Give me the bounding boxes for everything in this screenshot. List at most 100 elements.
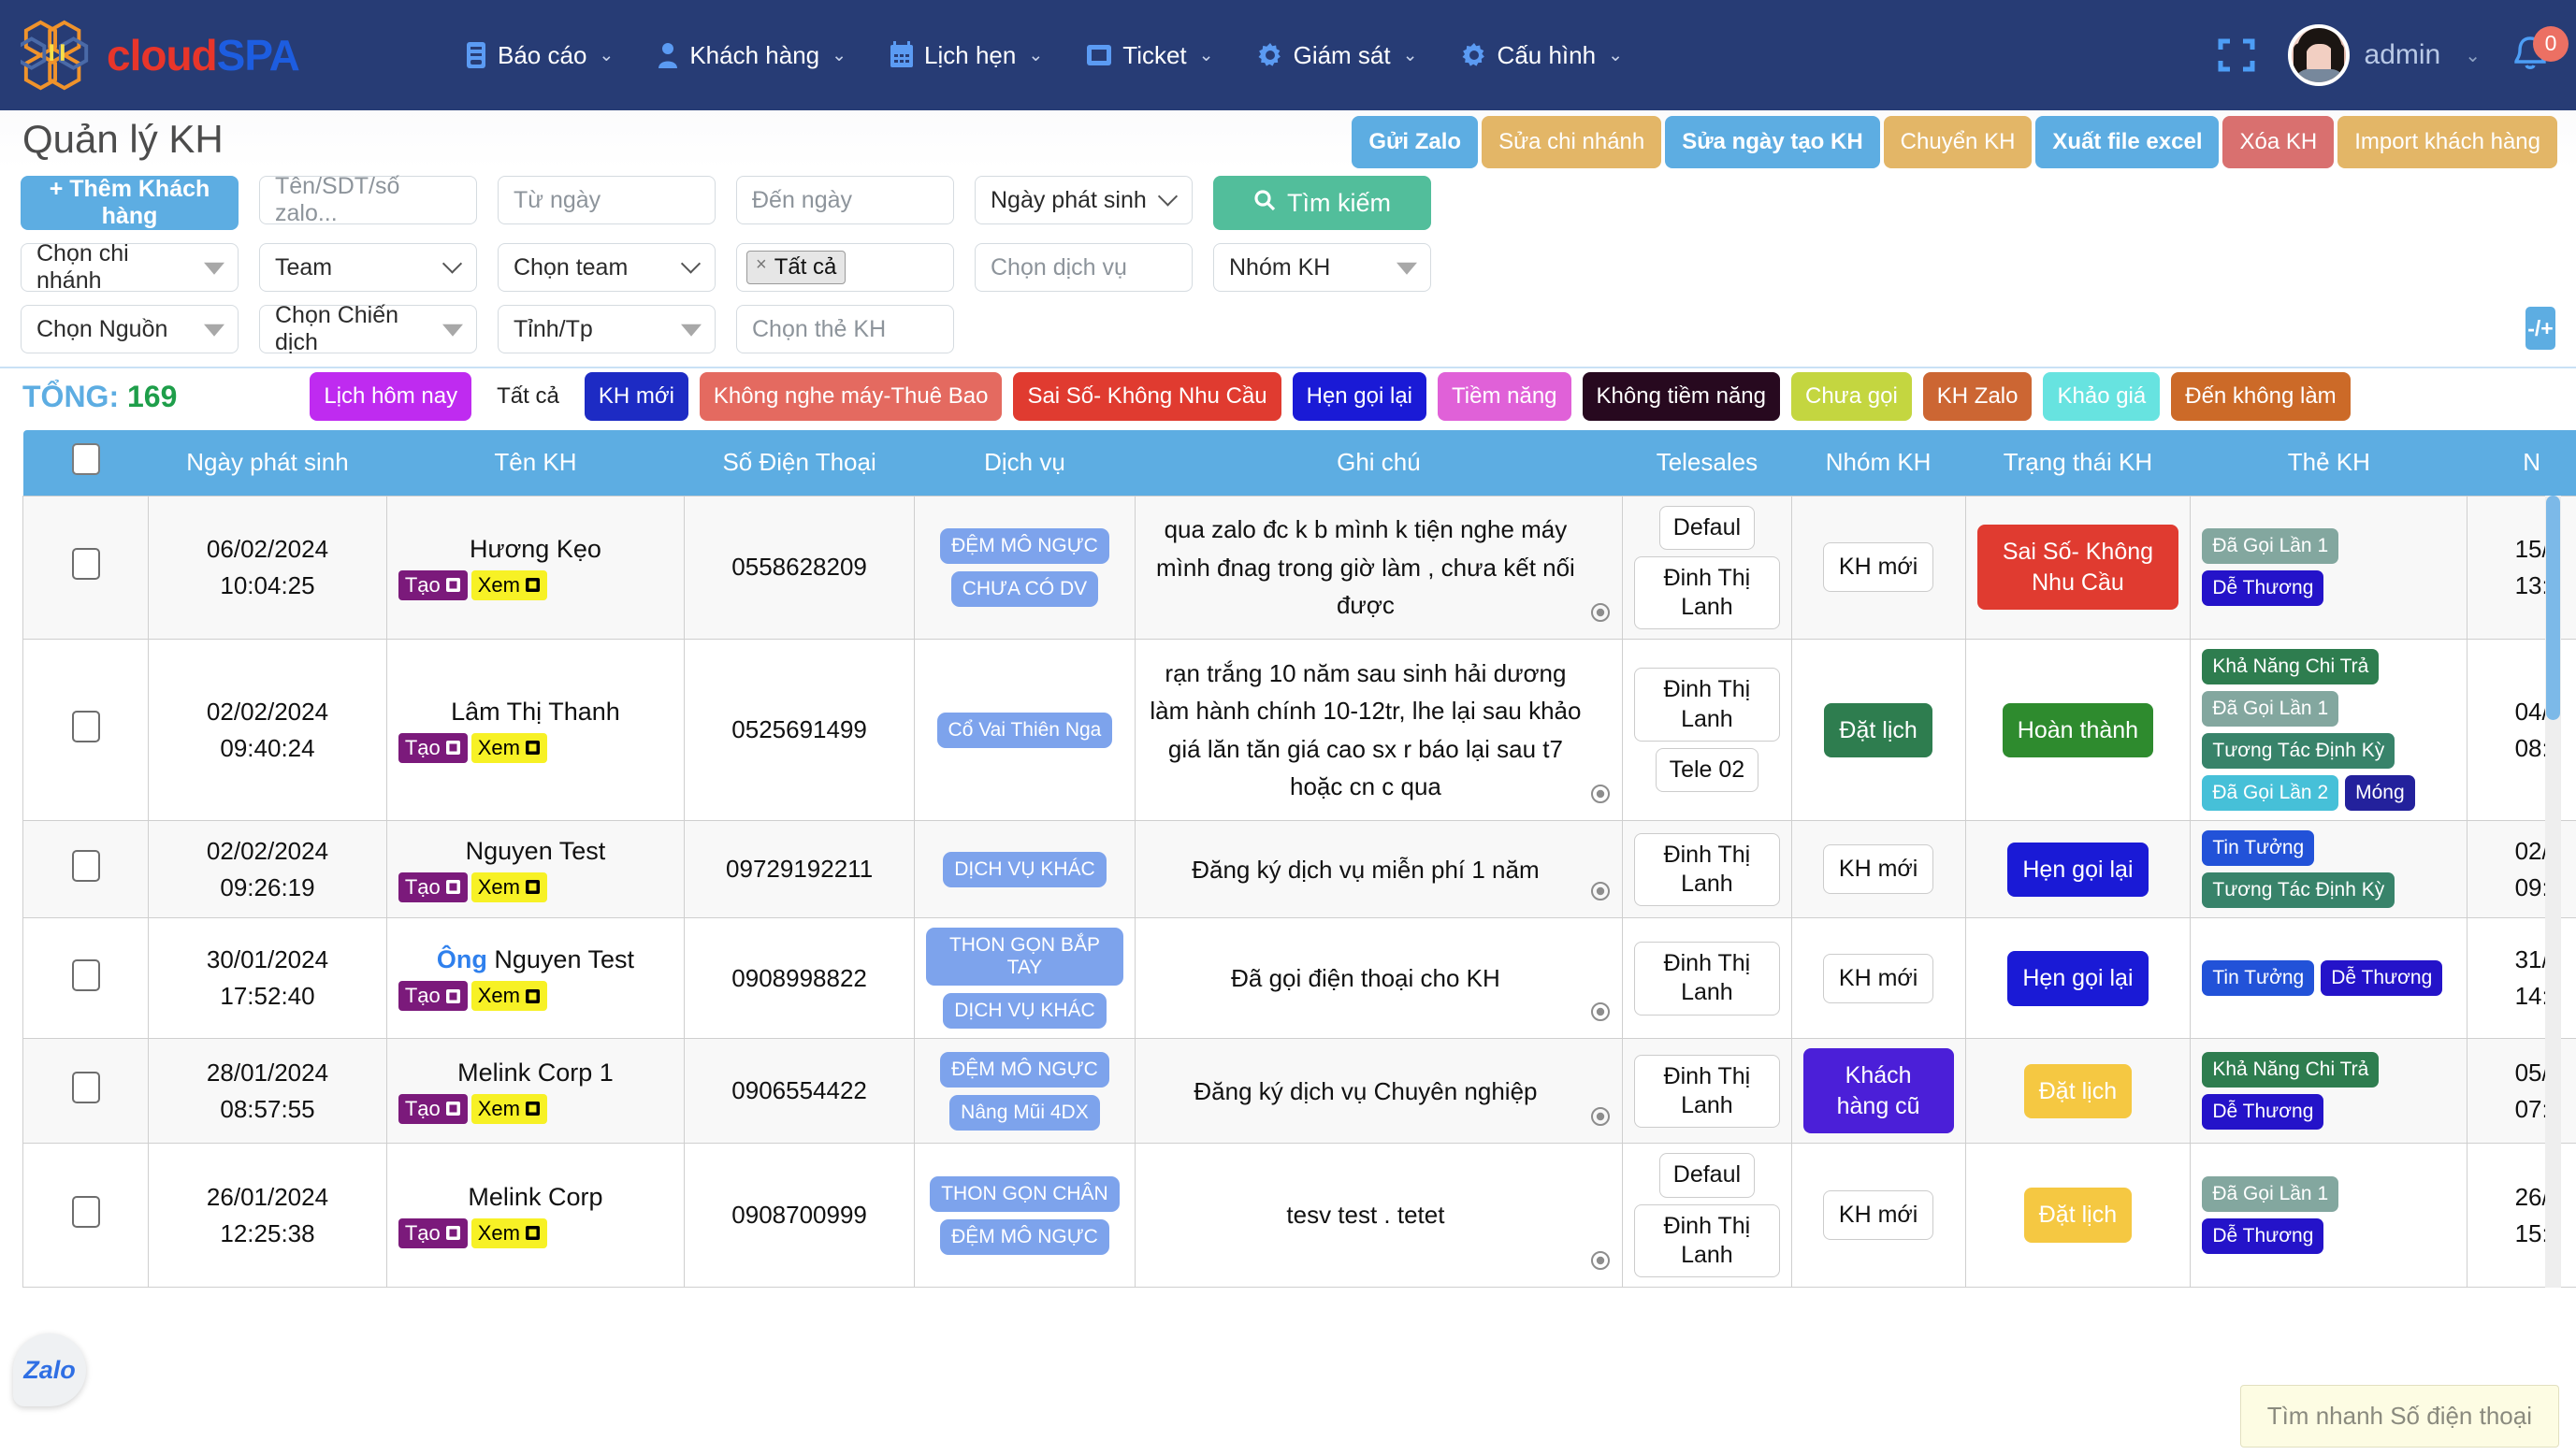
customer-tag[interactable]: Đã Gọi Lần 2 [2202, 775, 2338, 811]
customer-tag[interactable]: Dễ Thương [2321, 960, 2442, 996]
edit-branch-button[interactable]: Sửa chi nhánh [1482, 116, 1661, 168]
service-tag[interactable]: Cổ Vai Thiên Nga [937, 713, 1113, 748]
customer-group-badge[interactable]: KH mới [1823, 1190, 1933, 1240]
view-button[interactable]: Xem [471, 872, 547, 902]
column-header-tags[interactable]: Thẻ KH [2191, 430, 2467, 496]
nav-item-ticket[interactable]: Ticket ⌄ [1086, 41, 1213, 70]
view-button[interactable]: Xem [471, 733, 547, 763]
delete-customer-button[interactable]: Xóa KH [2222, 116, 2334, 168]
service-tag[interactable]: THON GỌN BẮP TAY [926, 928, 1123, 986]
status-badge[interactable]: Hoàn thành [2003, 703, 2153, 758]
user-menu[interactable]: admin ⌄ [2288, 24, 2481, 86]
status-badge[interactable]: Hẹn gọi lại [2007, 843, 2148, 898]
telesales-badge[interactable]: Defaul [1659, 506, 1755, 550]
row-checkbox[interactable] [72, 1072, 100, 1103]
chip-den-khong-lam[interactable]: Đến không làm [2171, 372, 2350, 421]
customer-group-badge[interactable]: Khách hàng cũ [1803, 1048, 1954, 1133]
nav-item-lich-hen[interactable]: Lịch hẹn ⌄ [890, 41, 1043, 70]
cell-phone[interactable]: 0908998822 [685, 918, 915, 1039]
add-customer-button[interactable]: + Thêm Khách hàng [21, 176, 239, 230]
customer-group-badge[interactable]: KH mới [1823, 542, 1933, 592]
column-header-telesales[interactable]: Telesales [1623, 430, 1792, 496]
view-button[interactable]: Xem [471, 981, 547, 1011]
column-header-date[interactable]: Ngày phát sinh [149, 430, 387, 496]
selected-filter-tagbox[interactable]: × Tất cả [736, 243, 954, 292]
chip-sai-so[interactable]: Sai Số- Không Nhu Cầu [1013, 372, 1281, 421]
to-date-input[interactable]: Đến ngày [736, 176, 954, 224]
service-tag[interactable]: ĐỆM MÔ NGỰC [940, 1052, 1109, 1088]
service-tag[interactable]: Nâng Mũi 4DX [949, 1095, 1100, 1131]
table-row[interactable]: 26/01/2024 12:25:38 Melink Corp Tạo Xem … [23, 1144, 2576, 1288]
customer-tag-select[interactable]: Chọn thẻ KH [736, 305, 954, 353]
chip-khao-gia[interactable]: Khảo giá [2043, 372, 2160, 421]
row-checkbox[interactable] [72, 1196, 100, 1228]
cell-phone[interactable]: 0525691499 [685, 640, 915, 821]
search-keyword-input[interactable]: Tên/SDT/số zalo... [259, 176, 477, 224]
create-button[interactable]: Tạo [398, 872, 468, 902]
nav-item-giam-sat[interactable]: Giám sát ⌄ [1257, 41, 1418, 70]
view-button[interactable]: Xem [471, 1094, 547, 1124]
date-type-select[interactable]: Ngày phát sinh [975, 176, 1193, 224]
column-header-service[interactable]: Dịch vụ [915, 430, 1136, 496]
status-badge[interactable]: Hẹn gọi lại [2007, 951, 2148, 1006]
telesales-badge[interactable]: Defaul [1659, 1153, 1755, 1197]
table-row[interactable]: 02/02/2024 09:40:24 Lâm Thị Thanh Tạo Xe… [23, 640, 2576, 821]
chip-khong-tiem-nang[interactable]: Không tiềm năng [1583, 372, 1780, 421]
chip-kh-moi[interactable]: KH mới [585, 372, 688, 421]
telesales-badge[interactable]: Đinh Thị Lanh [1634, 1055, 1780, 1129]
nav-item-khach-hang[interactable]: Khách hàng ⌄ [657, 41, 847, 70]
service-select[interactable]: Chọn dịch vụ [975, 243, 1193, 292]
customer-tag[interactable]: Khả Năng Chi Trả [2202, 649, 2379, 684]
notifications-button[interactable]: 0 [2512, 35, 2548, 77]
customer-group-badge[interactable]: KH mới [1823, 954, 1933, 1003]
customer-tag[interactable]: Tương Tác Định Kỳ [2202, 733, 2395, 769]
import-customer-button[interactable]: Import khách hàng [2337, 116, 2557, 168]
expand-icon[interactable] [2217, 36, 2256, 74]
column-header-group[interactable]: Nhóm KH [1791, 430, 1965, 496]
telesales-badge[interactable]: Đinh Thị Lanh [1634, 833, 1780, 907]
telesales-badge[interactable]: Đinh Thị Lanh [1634, 668, 1780, 742]
eye-icon[interactable] [1590, 995, 1611, 1032]
column-header-phone[interactable]: Số Điện Thoại [685, 430, 915, 496]
customer-tag[interactable]: Tin Tưởng [2202, 960, 2314, 996]
customer-tag[interactable]: Đã Gọi Lần 1 [2202, 1176, 2338, 1212]
row-checkbox[interactable] [72, 548, 100, 580]
table-row[interactable]: 28/01/2024 08:57:55 Melink Corp 1 Tạo Xe… [23, 1039, 2576, 1144]
nav-item-bao-cao[interactable]: Báo cáo ⌄ [465, 41, 614, 70]
customer-group-select[interactable]: Nhóm KH [1213, 243, 1431, 292]
column-header-status[interactable]: Trạng thái KH [1965, 430, 2191, 496]
create-button[interactable]: Tạo [398, 1218, 468, 1248]
column-header-next[interactable]: N [2467, 430, 2576, 496]
service-tag[interactable]: ĐỆM MÔ NGỰC [940, 1219, 1109, 1255]
transfer-customer-button[interactable]: Chuyển KH [1884, 116, 2033, 168]
create-button[interactable]: Tạo [398, 570, 468, 600]
view-button[interactable]: Xem [471, 570, 547, 600]
customer-group-badge[interactable]: Đặt lịch [1824, 703, 1932, 758]
telesales-badge[interactable]: Đinh Thị Lanh [1634, 942, 1780, 1016]
eye-icon[interactable] [1590, 1244, 1611, 1281]
cell-phone[interactable]: 09729192211 [685, 821, 915, 918]
status-badge[interactable]: Đặt lịch [2024, 1064, 2132, 1119]
customer-tag[interactable]: Tương Tác Định Kỳ [2202, 872, 2395, 908]
eye-icon[interactable] [1590, 777, 1611, 814]
telesales-badge[interactable]: Đinh Thị Lanh [1634, 1204, 1780, 1278]
row-checkbox[interactable] [72, 959, 100, 991]
customer-tag[interactable]: Đã Gọi Lần 1 [2202, 691, 2338, 727]
service-tag[interactable]: DỊCH VỤ KHÁC [943, 993, 1107, 1029]
close-icon[interactable]: × [756, 254, 767, 281]
chip-khong-nghe-may[interactable]: Không nghe máy-Thuê Bao [700, 372, 1003, 421]
chip-tiem-nang[interactable]: Tiềm năng [1438, 372, 1571, 421]
customer-tag[interactable]: Tin Tưởng [2202, 830, 2314, 866]
cell-phone[interactable]: 0906554422 [685, 1039, 915, 1144]
row-checkbox[interactable] [72, 850, 100, 882]
customer-tag[interactable]: Dễ Thương [2202, 1218, 2323, 1254]
cell-phone[interactable]: 0908700999 [685, 1144, 915, 1288]
zalo-float-button[interactable]: Zalo [13, 1333, 86, 1414]
create-button[interactable]: Tạo [398, 981, 468, 1011]
team-select[interactable]: Team [259, 243, 477, 292]
edit-create-date-button[interactable]: Sửa ngày tạo KH [1665, 116, 1879, 168]
from-date-input[interactable]: Từ ngày [498, 176, 716, 224]
eye-icon[interactable] [1590, 596, 1611, 633]
customer-tag[interactable]: Khả Năng Chi Trả [2202, 1052, 2379, 1088]
send-zalo-button[interactable]: Gửi Zalo [1352, 116, 1478, 168]
